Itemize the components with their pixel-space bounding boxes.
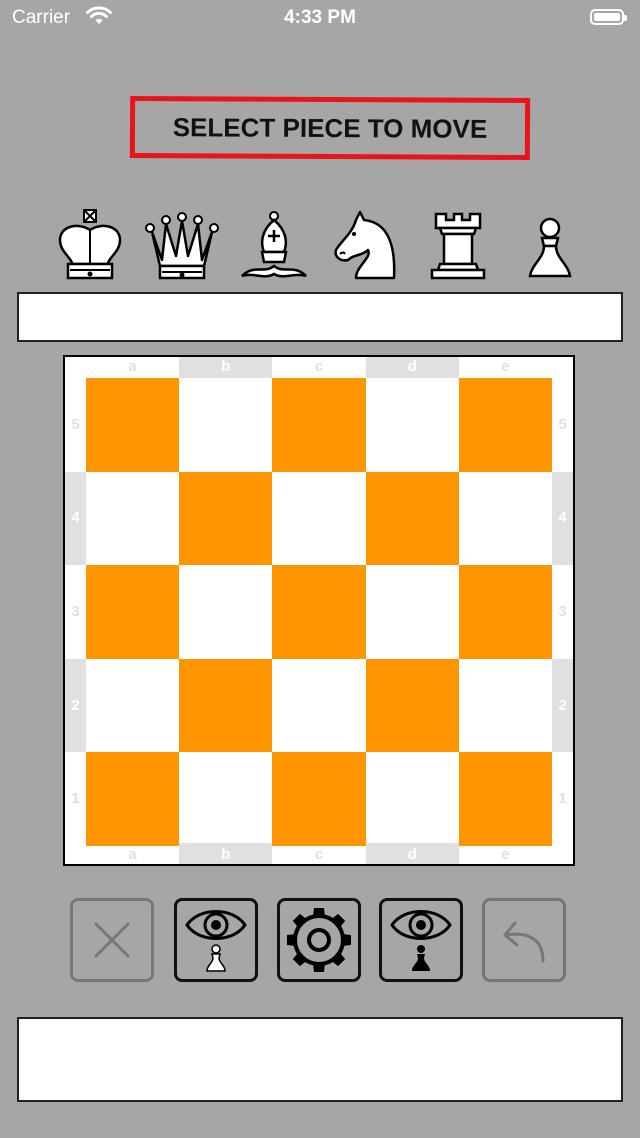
square-c5[interactable] [272,378,366,472]
square-c4[interactable] [272,471,366,566]
file-label-c: c [314,846,324,863]
battery-icon [590,9,627,25]
close-button[interactable] [70,898,154,982]
square-b1[interactable] [179,752,273,846]
undo-button[interactable] [482,898,566,982]
square-e5[interactable] [458,378,552,472]
square-b5[interactable] [179,378,273,472]
view-black-button[interactable] [379,898,463,982]
file-label-d: d [407,358,417,375]
rank-label-3: 3 [558,603,567,620]
control-bar [70,898,570,984]
square-d4[interactable] [365,471,459,566]
piece-selector [50,208,590,282]
file-label-c: c [314,358,324,375]
move-info-box [17,292,623,342]
eye-black-pawn-icon [390,910,452,971]
instruction-text: SELECT PIECE TO MOVE [172,111,488,144]
pawn-icon [528,217,572,278]
file-label-b: b [221,358,231,375]
square-e1[interactable] [458,752,552,846]
knight-icon [334,210,396,280]
square-a1[interactable] [86,752,180,846]
clock: 4:33 PM [284,7,356,28]
square-a3[interactable] [86,565,180,659]
file-label-e: e [501,846,510,863]
instruction-banner: SELECT PIECE TO MOVE [129,95,531,161]
pawn-button[interactable] [510,208,590,282]
rank-label-4: 4 [71,509,80,527]
eye-white-pawn-icon [185,910,247,972]
square-b4[interactable] [179,471,273,566]
square-a4[interactable] [86,471,180,566]
undo-arrow-icon [503,921,545,963]
message-box [17,1017,623,1102]
rank-label-2: 2 [558,696,567,714]
file-label-a: a [128,846,137,863]
rank-label-4: 4 [558,509,567,527]
rook-button[interactable] [418,208,498,282]
square-c3[interactable] [272,565,366,659]
rank-label-2: 2 [71,696,80,714]
square-e4[interactable] [458,471,552,566]
settings-button[interactable] [277,898,361,982]
bishop-icon [241,211,307,278]
rank-label-3: 3 [71,603,80,620]
view-white-button[interactable] [174,898,258,982]
square-d3[interactable] [365,565,459,659]
square-c1[interactable] [272,752,366,846]
file-label-b: b [221,846,231,863]
board-grid [86,378,552,846]
queen-icon [145,212,219,280]
square-d1[interactable] [365,752,459,846]
rank-label-5: 5 [558,415,567,433]
square-a5[interactable] [86,378,180,472]
square-e3[interactable] [458,565,552,659]
knight-button[interactable] [326,208,406,282]
status-bar: Carrier 4:33 PM [0,0,640,36]
file-label-e: e [501,358,510,375]
square-c2[interactable] [272,658,366,753]
square-b2[interactable] [179,658,273,753]
close-icon [93,921,131,959]
square-a2[interactable] [86,658,180,753]
bishop-button[interactable] [234,208,314,282]
square-d2[interactable] [365,658,459,753]
chess-board: a a b b c c d d e e 5 5 4 4 3 3 2 2 1 1 [63,355,575,866]
file-label-d: d [407,846,417,863]
file-label-a: a [128,358,137,375]
gear-icon [287,908,351,972]
rank-label-1: 1 [71,790,80,808]
rank-label-5: 5 [71,415,80,433]
rook-icon [430,212,486,280]
rank-label-1: 1 [558,790,567,808]
king-icon [58,209,122,280]
queen-button[interactable] [142,208,222,282]
square-e2[interactable] [458,658,552,753]
square-b3[interactable] [179,565,273,659]
king-button[interactable] [50,208,130,282]
square-d5[interactable] [365,378,459,472]
